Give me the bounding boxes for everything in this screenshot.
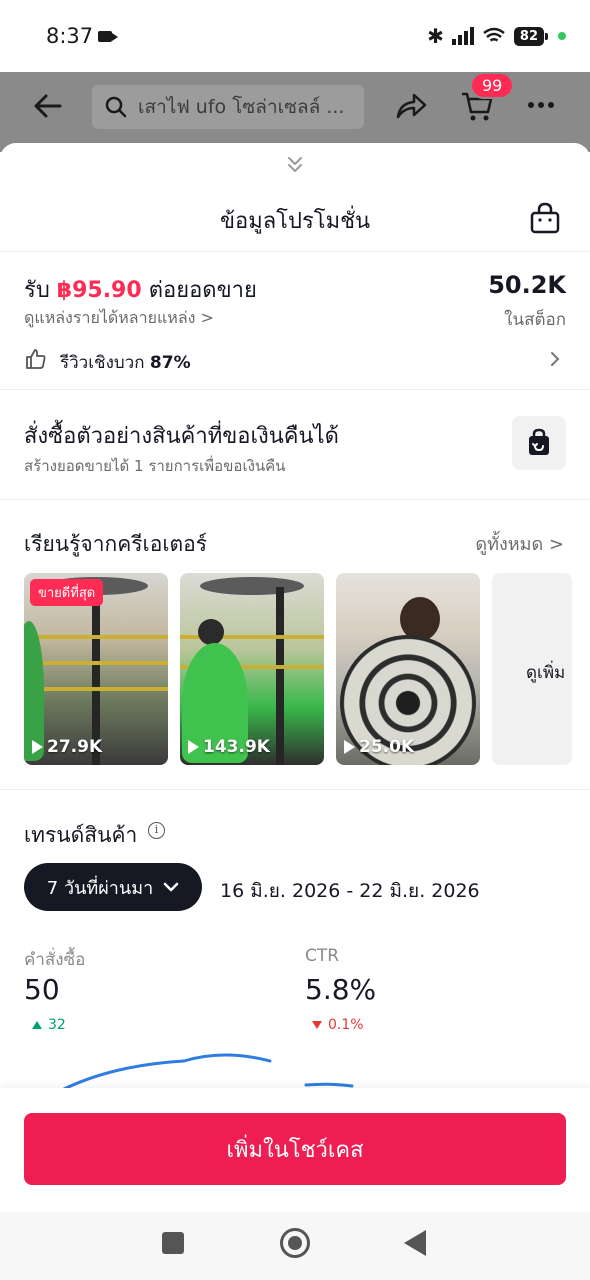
orders-delta: 32 [32,1017,66,1033]
info-icon[interactable]: i [148,822,165,839]
period-label: 7 วันที่ผ่านมา [46,877,154,899]
search-bar[interactable]: เสาไฟ ufo โซล่าเซลล์ ... [92,85,364,129]
stock-value: 50.2K [488,271,566,299]
positive-review-row[interactable]: รีวิวเชิงบวก 87% [60,349,191,376]
play-icon [188,740,199,754]
refund-bag-icon [529,428,549,455]
review-label: รีวิวเชิงบวก [60,353,145,373]
see-all-link[interactable]: ดูทั้งหมด > [475,529,564,558]
refund-sample-button[interactable] [512,416,566,470]
creator-head [198,619,224,645]
income-sources-link[interactable]: ดูแหล่งรายได้หลายแหล่ง > [24,306,214,331]
divider [0,389,590,390]
trend-up-icon [32,1021,42,1029]
trend-title: เทรนด์สินค้า [24,823,138,847]
background-shelf [24,635,168,639]
share-icon[interactable] [394,89,428,123]
more-icon[interactable] [528,102,554,108]
search-input[interactable]: เสาไฟ ufo โซล่าเซลล์ ... [138,92,344,122]
chevron-right-icon[interactable] [548,349,562,369]
sample-subtitle: สร้างยอดขายได้ 1 รายการเพื่อขอเงินคืน [24,457,286,475]
ctr-delta: 0.1% [312,1017,364,1033]
commission-prefix: รับ [24,278,50,303]
add-to-showcase-button[interactable]: เพิ่มในโชว์เคส [24,1113,566,1185]
search-icon [105,96,127,118]
period-dropdown[interactable]: 7 วันที่ผ่านมา [24,863,202,911]
ctr-label: CTR [305,946,340,966]
back-arrow-icon[interactable] [30,88,66,124]
wifi-icon [483,27,505,42]
system-nav-bar [0,1212,590,1280]
background-shelf [24,687,168,691]
creator-video-card[interactable]: ขายดีที่สุด 27.9K [24,573,168,765]
privacy-dot-icon [558,32,566,40]
video-views: 25.0K [344,737,414,757]
divider [0,251,590,252]
status-icons: ✱ 82 [427,24,566,48]
promotion-sheet: ข้อมูลโปรโมชั่น รับ ฿95.90 ต่อยอดขาย ดูแ… [0,143,590,1212]
video-camera-icon [98,31,118,42]
play-icon [32,740,43,754]
cart-count-badge: 99 [470,72,515,99]
sheet-title: ข้อมูลโปรโมชั่น [219,209,371,234]
review-value: 87% [149,353,191,373]
ctr-value: 5.8% [305,973,377,1006]
commission-suffix: ต่อยอดขาย [148,278,257,303]
product-image [276,587,284,765]
best-seller-badge: ขายดีที่สุด [30,579,104,606]
collapse-chevron-icon[interactable] [285,155,305,175]
creator-video-card[interactable]: 143.9K [180,573,324,765]
commission-amount: ฿95.90 [56,278,142,303]
home-icon[interactable] [280,1228,310,1258]
date-range: 16 มิ.ย. 2026 - 22 มิ.ย. 2026 [220,880,480,902]
video-views: 27.9K [32,737,102,757]
background-shelf [24,661,168,665]
play-icon [344,740,355,754]
status-bar: 8:37 ✱ 82 [0,0,590,72]
bluetooth-icon: ✱ [427,24,444,48]
orders-label: คำสั่งซื้อ [24,950,86,970]
back-icon[interactable] [404,1230,426,1256]
see-more-card[interactable]: ดูเพิ่ม [492,573,572,765]
battery-icon: 82 [513,26,549,46]
chevron-down-icon [163,882,179,892]
status-time: 8:37 [46,24,94,48]
product-image [200,577,304,595]
app-header: เสาไฟ ufo โซล่าเซลล์ ... 99 [0,72,590,152]
commission-row: รับ ฿95.90 ต่อยอดขาย [24,272,257,307]
thumbs-up-icon [26,349,46,369]
signal-icon [451,27,474,45]
orders-value: 50 [24,973,60,1006]
divider [0,789,590,790]
divider [0,499,590,500]
trend-down-icon [312,1021,322,1029]
recent-apps-icon[interactable] [162,1232,184,1254]
video-views: 143.9K [188,737,270,757]
creators-title: เรียนรู้จากครีเอเตอร์ [24,532,208,556]
stock-label: ในสต็อก [504,310,566,330]
shopping-bag-icon[interactable] [528,201,562,235]
see-more-label: ดูเพิ่ม [526,663,566,683]
creator-video-card[interactable]: 25.0K [336,573,480,765]
sample-title: สั่งซื้อตัวอย่างสินค้าที่ขอเงินคืนได้ [24,424,339,449]
